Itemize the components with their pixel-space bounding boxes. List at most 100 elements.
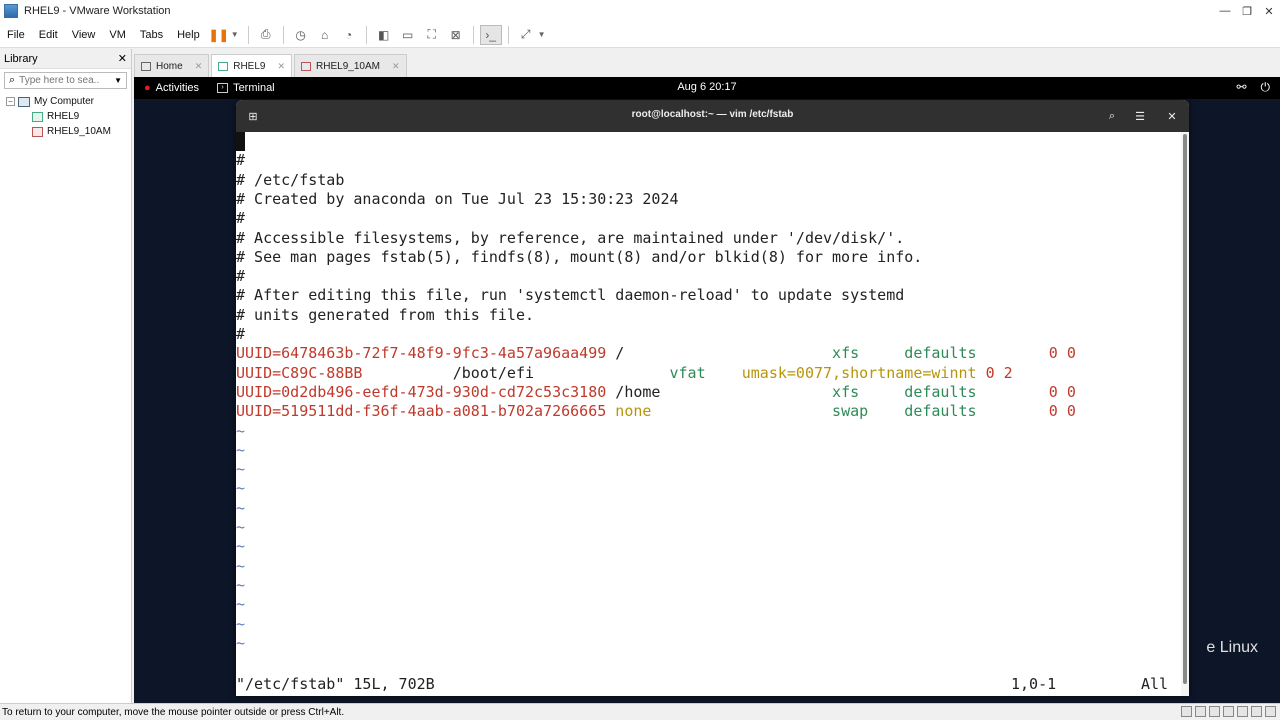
tab-label: RHEL9_10AM: [316, 60, 380, 72]
menu-vm[interactable]: VM: [102, 29, 133, 41]
fstab-uuid: UUID=519511dd-f36f-4aab-a081-b702a726666…: [236, 402, 607, 421]
stretch-dropdown-icon[interactable]: ▼: [538, 30, 546, 39]
file-line: # Created by anaconda on Tue Jul 23 15:3…: [236, 189, 679, 208]
network-adapter-icon[interactable]: [1209, 706, 1220, 717]
file-line: #: [236, 325, 246, 343]
thumbnail-bar-icon[interactable]: ▭: [397, 25, 419, 45]
messages-icon[interactable]: [1265, 706, 1276, 717]
cd-dvd-icon[interactable]: [1195, 706, 1206, 717]
show-library-icon[interactable]: ◧: [373, 25, 395, 45]
tab-close-icon[interactable]: ✕: [392, 61, 400, 72]
home-icon: [141, 61, 151, 71]
fstab-entry: UUID=6478463b-72f7-48f9-9fc3-4a57a96aa49…: [236, 344, 1076, 363]
fstab-dump-pass: 0 0: [1048, 402, 1076, 421]
desktop-brand-text: e Linux: [1206, 639, 1258, 656]
window-title: RHEL9 - VMware Workstation: [24, 5, 171, 17]
file-line: # /etc/fstab: [236, 170, 345, 189]
search-dropdown-icon[interactable]: ▼: [114, 76, 122, 85]
text-cursor: [236, 132, 245, 151]
terminal-window: ⊞ root@localhost:~ — vim /etc/fstab ⌕ ☰ …: [236, 100, 1189, 696]
pause-icon[interactable]: ❚❚: [208, 25, 230, 45]
tab-close-icon[interactable]: ✕: [195, 61, 203, 72]
tree-item-rhel9-10am[interactable]: RHEL9_10AM: [6, 124, 131, 139]
menu-file[interactable]: File: [0, 29, 32, 41]
clock[interactable]: Aug 6 20:17: [677, 81, 736, 93]
fstab-options: defaults: [904, 402, 1049, 421]
fstab-type: xfs: [832, 382, 905, 401]
tree-label: RHEL9_10AM: [47, 126, 111, 137]
scrollbar-thumb[interactable]: [1183, 134, 1187, 684]
system-tray[interactable]: ⚯ ⏻: [1236, 80, 1270, 95]
activities-label: Activities: [155, 82, 200, 94]
revert-snapshot-icon[interactable]: ⌂: [314, 25, 336, 45]
window-controls: — ❐ ✕: [1214, 0, 1280, 22]
fstab-uuid: UUID=C89C-88BB: [236, 363, 363, 382]
status-message: To return to your computer, move the mou…: [2, 706, 345, 718]
terminal-app-menu[interactable]: › Terminal: [217, 82, 275, 94]
stretch-guest-icon[interactable]: ⤢: [515, 25, 537, 45]
vim-status-scroll: All: [1141, 675, 1169, 693]
terminal-title: root@localhost:~ — vim /etc/fstab: [631, 109, 794, 120]
title-bar: RHEL9 - VMware Workstation — ❐ ✕: [0, 0, 1280, 22]
vim-status-position: 1,0-1: [1011, 675, 1057, 693]
vm-running-icon: [32, 111, 43, 122]
cursor-line: [236, 132, 245, 151]
vm-display[interactable]: ● Activities › Terminal Aug 6 20:17 ⚯ ⏻ …: [134, 77, 1280, 703]
collapse-icon[interactable]: −: [6, 97, 15, 106]
menu-edit[interactable]: Edit: [32, 29, 65, 41]
usb-icon[interactable]: [1223, 706, 1234, 717]
fstab-dump-pass: 0 0: [1048, 344, 1076, 363]
library-search-input[interactable]: [19, 75, 100, 86]
console-view-icon[interactable]: ›_: [479, 24, 502, 45]
vm-icon: [32, 126, 43, 137]
menu-view[interactable]: View: [65, 29, 103, 41]
file-line: # After editing this file, run 'systemct…: [236, 286, 905, 305]
library-close-icon[interactable]: ✕: [118, 52, 127, 65]
vm-running-icon: [218, 61, 229, 71]
fstab-mount: /: [606, 344, 833, 363]
send-ctrl-alt-del-icon[interactable]: ⎙: [255, 25, 277, 45]
tab-home[interactable]: Home ✕: [134, 54, 210, 77]
restore-button[interactable]: ❐: [1236, 0, 1258, 22]
sound-icon[interactable]: [1237, 706, 1248, 717]
power-icon[interactable]: ⏻: [1261, 80, 1271, 95]
terminal-scrollbar[interactable]: [1181, 132, 1189, 696]
fstab-type: xfs: [832, 344, 905, 363]
tree-label: RHEL9: [47, 111, 80, 122]
toolbar-separator: [282, 25, 284, 44]
vim-tilde-line: ~: [236, 614, 246, 633]
snapshot-manager-icon[interactable]: ◔: [338, 25, 360, 45]
menu-help[interactable]: Help: [170, 29, 207, 41]
tree-item-rhel9[interactable]: RHEL9: [6, 109, 131, 124]
unity-icon[interactable]: ⊠: [445, 25, 467, 45]
terminal-body[interactable]: # # /etc/fstab # Created by anaconda on …: [236, 132, 1181, 696]
tab-close-icon[interactable]: ✕: [277, 61, 285, 72]
fstab-options: defaults: [904, 382, 1049, 401]
tree-my-computer[interactable]: − My Computer: [6, 94, 131, 109]
display-icon[interactable]: [1251, 706, 1262, 717]
vim-status-file: "/etc/fstab" 15L, 702B: [236, 675, 435, 693]
hard-disk-icon[interactable]: [1181, 706, 1192, 717]
menu-icon[interactable]: ☰: [1131, 107, 1149, 125]
toolbar-separator: [472, 25, 474, 44]
search-icon[interactable]: ⌕: [1103, 107, 1121, 125]
full-screen-icon[interactable]: ⛶: [421, 25, 443, 45]
tab-rhel9[interactable]: RHEL9 ✕: [211, 54, 293, 77]
vmware-app-icon: [4, 4, 18, 18]
fstab-type: swap: [832, 402, 905, 421]
vim-tilde-line: ~: [236, 479, 246, 498]
activities-button[interactable]: ● Activities: [134, 82, 209, 94]
fstab-options: defaults: [904, 344, 1049, 363]
minimize-button[interactable]: —: [1214, 0, 1236, 22]
menu-tabs[interactable]: Tabs: [133, 29, 170, 41]
fstab-uuid: UUID=6478463b-72f7-48f9-9fc3-4a57a96aa49…: [236, 344, 607, 363]
close-button[interactable]: ✕: [1258, 0, 1280, 22]
pause-dropdown-icon[interactable]: ▼: [231, 30, 239, 39]
snapshot-icon[interactable]: ◷: [290, 25, 312, 45]
fstab-type: vfat: [669, 363, 742, 382]
tab-rhel9-10am[interactable]: RHEL9_10AM ✕: [294, 54, 407, 77]
close-icon[interactable]: ✕: [1163, 107, 1181, 125]
file-line: #: [236, 151, 246, 170]
library-tree: − My Computer RHEL9 RHEL9_10AM: [0, 92, 131, 139]
network-icon[interactable]: ⚯: [1236, 80, 1246, 95]
